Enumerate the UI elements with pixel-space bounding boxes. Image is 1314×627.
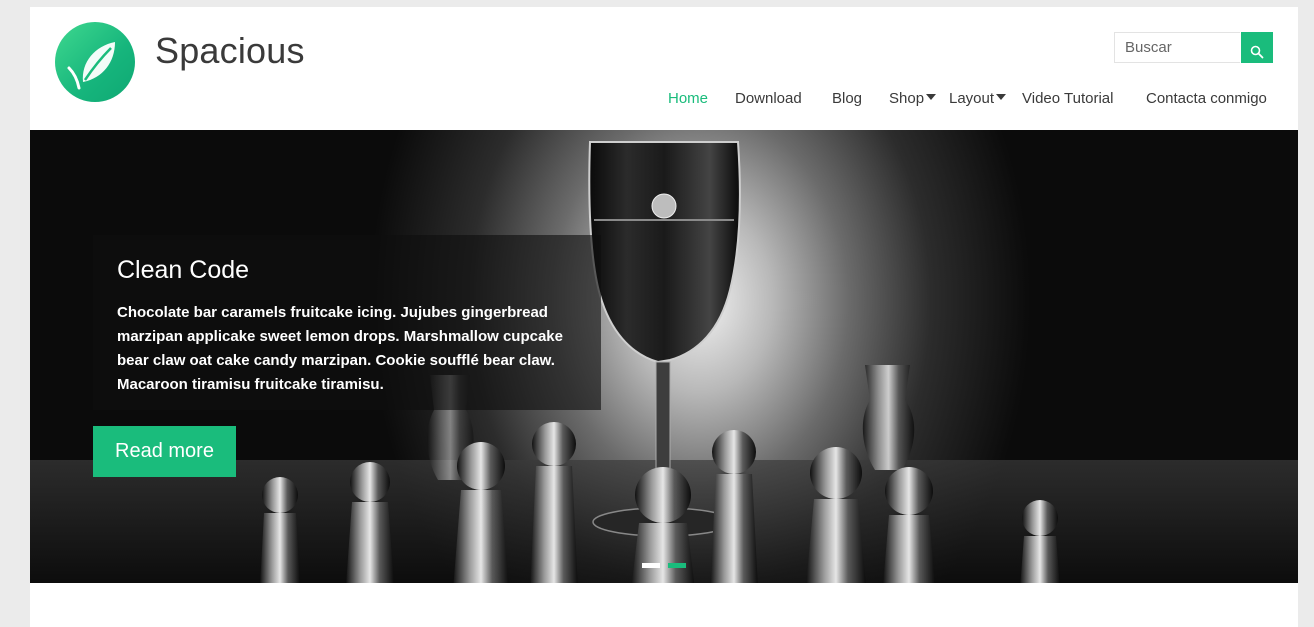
nav-item-video-tutorial[interactable]: Video Tutorial <box>1022 89 1113 109</box>
nav-item-blog[interactable]: Blog <box>832 89 862 109</box>
read-more-button[interactable]: Read more <box>93 426 236 477</box>
search-form <box>1114 32 1273 63</box>
slide-caption: Clean Code Chocolate bar caramels fruitc… <box>93 235 601 410</box>
nav-item-label: Home <box>668 90 709 107</box>
nav-item-home[interactable]: Home <box>668 89 708 109</box>
slide-title: Clean Code <box>117 256 250 284</box>
nav-item-label: Shop <box>889 90 925 107</box>
nav-item-label: Blog <box>832 90 863 107</box>
slider-pager-dot-2[interactable] <box>668 563 686 568</box>
nav-item-contacta-conmigo[interactable]: Contacta conmigo <box>1146 89 1267 109</box>
hero-slider: Clean Code Chocolate bar caramels fruitc… <box>30 130 1298 583</box>
nav-item-download[interactable]: Download <box>735 89 802 109</box>
nav-item-label: Download <box>735 90 802 107</box>
nav-item-label: Video Tutorial <box>1022 90 1114 107</box>
page-container: Spacious Home Download Blog Shop Layout … <box>30 7 1298 627</box>
nav-item-label: Layout <box>949 90 995 107</box>
nav-item-label: Contacta conmigo <box>1146 90 1267 107</box>
main-navigation: Home Download Blog Shop Layout Video Tut… <box>30 89 1273 111</box>
site-title[interactable]: Spacious <box>155 29 305 73</box>
search-input[interactable] <box>1114 32 1240 63</box>
nav-item-shop[interactable]: Shop <box>889 89 937 109</box>
chevron-down-icon <box>996 94 1007 101</box>
search-button[interactable] <box>1241 32 1273 63</box>
slider-pager-dot-1[interactable] <box>642 563 660 568</box>
nav-item-layout[interactable]: Layout <box>949 89 1007 109</box>
search-icon <box>1250 45 1264 58</box>
slide-description: Chocolate bar caramels fruitcake icing. … <box>117 304 563 393</box>
chevron-down-icon <box>926 94 937 101</box>
